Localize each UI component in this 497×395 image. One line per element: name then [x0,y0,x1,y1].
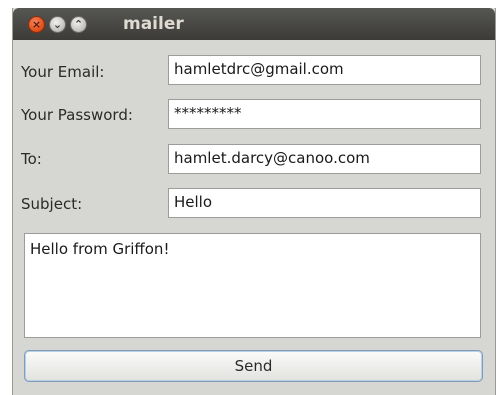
mailer-window: × ⌄ ⌃ mailer Your Email: hamletdrc@gmail… [12,8,496,395]
password-field[interactable]: ********* [168,99,481,129]
password-label: Your Password: [21,106,133,124]
window-title: mailer [123,14,184,34]
subject-label: Subject: [21,195,83,213]
minimize-icon[interactable]: ⌄ [49,16,66,33]
message-textarea[interactable]: Hello from Griffon! [24,233,481,338]
title-bar[interactable]: × ⌄ ⌃ mailer [13,8,495,40]
email-field[interactable]: hamletdrc@gmail.com [168,55,481,85]
send-button[interactable]: Send [24,350,483,382]
email-label: Your Email: [21,63,105,81]
to-label: To: [21,150,42,168]
subject-field[interactable]: Hello [168,188,481,218]
to-field[interactable]: hamlet.darcy@canoo.com [168,144,481,174]
maximize-icon[interactable]: ⌃ [70,16,87,33]
close-icon[interactable]: × [28,16,45,33]
